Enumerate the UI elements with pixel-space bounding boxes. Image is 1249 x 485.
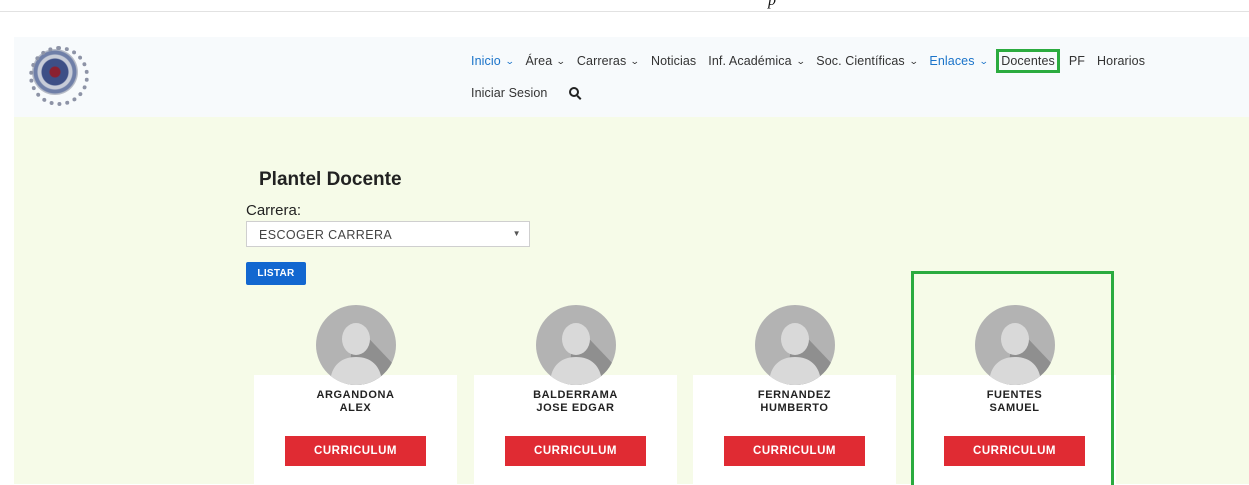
nav-area-label: Área bbox=[525, 54, 553, 68]
teacher-name: ARGANDONA ALEX bbox=[254, 389, 457, 414]
teacher-card-body: ARGANDONA ALEX CURRICULUM bbox=[254, 375, 457, 485]
page-title: Plantel Docente bbox=[259, 169, 402, 190]
chevron-down-icon: ⌄ bbox=[908, 55, 919, 66]
nav-area[interactable]: Área ⌄ bbox=[525, 54, 567, 68]
nav-row-2: Iniciar Sesion bbox=[471, 77, 1249, 109]
career-label: Carrera: bbox=[246, 202, 302, 219]
nav-iniciar-sesion[interactable]: Iniciar Sesion bbox=[471, 86, 547, 100]
teacher-first-name: JOSE EDGAR bbox=[536, 401, 615, 414]
nav-enlaces[interactable]: Enlaces ⌄ bbox=[929, 54, 989, 68]
teacher-first-name: ALEX bbox=[339, 401, 372, 414]
nav-soc-cientificas-label: Soc. Científicas bbox=[816, 54, 905, 68]
nav-noticias-label: Noticias bbox=[650, 54, 697, 68]
teacher-name: FERNANDEZ HUMBERTO bbox=[693, 389, 896, 414]
user-placeholder-icon bbox=[769, 323, 835, 385]
nav-pf[interactable]: PF bbox=[1069, 54, 1085, 68]
highlight-box bbox=[911, 271, 1114, 485]
nav-carreras-label: Carreras bbox=[576, 54, 627, 68]
avatar bbox=[316, 305, 396, 385]
nav-docentes-label: Docentes bbox=[1001, 54, 1055, 68]
teacher-card-body: FERNANDEZ HUMBERTO CURRICULUM bbox=[693, 375, 896, 485]
teacher-last-name: BALDERRAMA bbox=[533, 389, 618, 401]
top-text-fragment: p bbox=[768, 0, 776, 9]
dropdown-arrow-icon: ▼ bbox=[512, 229, 521, 238]
nav-inicio-label: Inicio bbox=[471, 54, 501, 68]
avatar bbox=[536, 305, 616, 385]
curriculum-button[interactable]: CURRICULUM bbox=[505, 436, 646, 466]
teacher-last-name: FERNANDEZ bbox=[757, 389, 832, 401]
curriculum-button[interactable]: CURRICULUM bbox=[724, 436, 865, 466]
university-logo[interactable] bbox=[29, 46, 89, 106]
nav-docentes[interactable]: Docentes bbox=[996, 49, 1060, 73]
nav-soc-cientificas[interactable]: Soc. Científicas ⌄ bbox=[816, 54, 919, 68]
nav-horarios-label: Horarios bbox=[1097, 54, 1146, 68]
nav-inicio[interactable]: Inicio ⌄ bbox=[471, 54, 515, 68]
teacher-card-body: BALDERRAMA JOSE EDGAR CURRICULUM bbox=[474, 375, 677, 485]
nav-inf-academica[interactable]: Inf. Académica ⌄ bbox=[708, 54, 806, 68]
nav-row-1: Inicio ⌄ Área ⌄ Carreras ⌄ Noticias Inf. Ac… bbox=[471, 45, 1249, 77]
nav-inf-academica-label: Inf. Académica bbox=[708, 54, 792, 68]
teacher-name: BALDERRAMA JOSE EDGAR bbox=[474, 389, 677, 414]
top-strip: p bbox=[0, 0, 1249, 12]
nav-pf-label: PF bbox=[1068, 54, 1086, 68]
nav-enlaces-label: Enlaces bbox=[929, 54, 975, 68]
site-header: Inicio ⌄ Área ⌄ Carreras ⌄ Noticias Inf. Ac… bbox=[14, 37, 1249, 117]
career-select-value: ESCOGER CARRERA bbox=[259, 228, 393, 242]
chevron-down-icon: ⌄ bbox=[504, 55, 515, 66]
chevron-down-icon: ⌄ bbox=[630, 55, 641, 66]
listar-button[interactable]: LISTAR bbox=[246, 262, 306, 285]
main-nav: Inicio ⌄ Área ⌄ Carreras ⌄ Noticias Inf. Ac… bbox=[471, 45, 1249, 109]
nav-iniciar-sesion-label: Iniciar Sesion bbox=[471, 86, 548, 100]
teacher-last-name: ARGANDONA bbox=[316, 389, 395, 401]
chevron-down-icon: ⌄ bbox=[978, 55, 989, 66]
chevron-down-icon: ⌄ bbox=[795, 55, 806, 66]
career-select[interactable]: ESCOGER CARRERA ▼ bbox=[246, 221, 530, 247]
chevron-down-icon: ⌄ bbox=[556, 55, 567, 66]
search-icon[interactable] bbox=[569, 87, 580, 97]
teacher-first-name: HUMBERTO bbox=[760, 401, 829, 414]
nav-horarios[interactable]: Horarios bbox=[1097, 54, 1145, 68]
nav-noticias[interactable]: Noticias bbox=[651, 54, 696, 68]
user-placeholder-icon bbox=[330, 323, 396, 385]
avatar bbox=[755, 305, 835, 385]
nav-carreras[interactable]: Carreras ⌄ bbox=[576, 54, 641, 68]
main-content: Plantel Docente Carrera: ESCOGER CARRERA… bbox=[14, 117, 1249, 485]
user-placeholder-icon bbox=[550, 323, 616, 385]
curriculum-button[interactable]: CURRICULUM bbox=[285, 436, 426, 466]
